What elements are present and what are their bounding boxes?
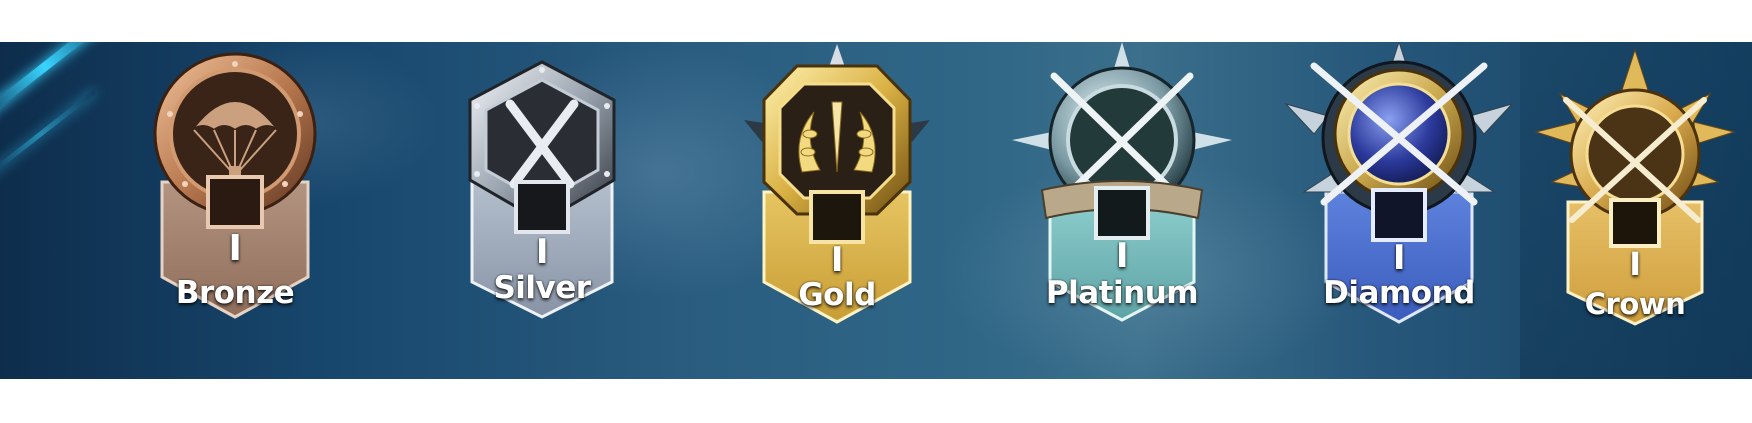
tier-label: Diamond [1323, 275, 1475, 311]
division-numeral: I [228, 228, 242, 269]
tier-label: Silver [493, 270, 591, 306]
gold-rank-badge: I Gold [742, 42, 932, 352]
light-streak [0, 89, 97, 180]
crown-rank-badge: I Crown [1530, 42, 1740, 352]
division-numeral: I [535, 232, 549, 272]
rank-tiers-banner: I Bronze I Silver I Gold I Platinum I Di… [0, 42, 1752, 379]
division-numeral: I [830, 240, 844, 280]
tier-label: Gold [798, 277, 876, 313]
light-streak [0, 42, 115, 123]
diamond-rank-badge: I Diamond [1284, 42, 1514, 352]
silver-rank-badge: I Silver [462, 42, 622, 352]
division-numeral: I [1629, 245, 1641, 283]
division-numeral: I [1392, 238, 1406, 278]
bronze-rank-badge: I Bronze [150, 42, 320, 352]
tier-label: Bronze [175, 275, 295, 311]
platinum-rank-badge: I Platinum [1012, 42, 1232, 352]
division-numeral: I [1115, 236, 1129, 276]
tier-label: Platinum [1045, 275, 1199, 311]
tier-label: Crown [1584, 287, 1686, 321]
